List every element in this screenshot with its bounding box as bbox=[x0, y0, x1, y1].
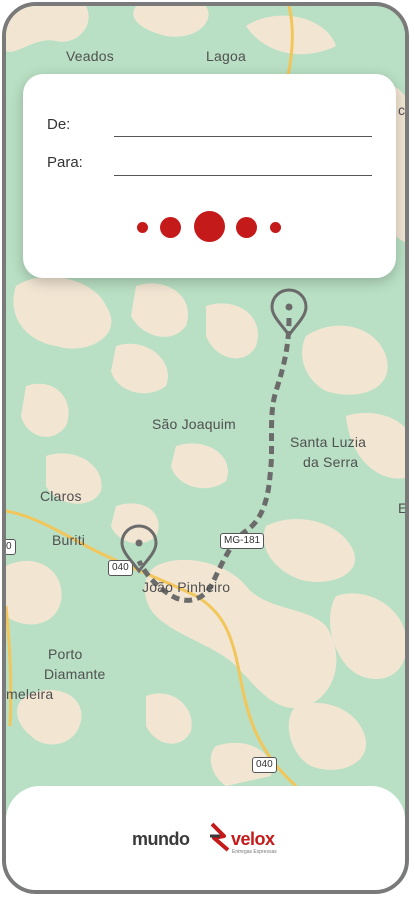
map-label-da-serra: da Serra bbox=[303, 454, 359, 470]
road-badge-edge: 0 bbox=[6, 539, 16, 555]
route-form-card: De: Para: bbox=[23, 74, 396, 278]
logo-arrow-icon bbox=[210, 822, 230, 852]
phone-frame: Veados Lagoa São Joaquim Santa Luzia da … bbox=[2, 2, 409, 894]
from-input[interactable] bbox=[114, 112, 376, 136]
map-pin-icon[interactable] bbox=[119, 524, 159, 574]
map-label-diamante: Diamante bbox=[44, 666, 106, 682]
map-label-meleira: meleira bbox=[6, 686, 54, 702]
map-label-joao-pinheiro: João Pinheiro bbox=[142, 579, 231, 595]
road-badge-mg181: MG-181 bbox=[220, 533, 265, 549]
map-label-veados: Veados bbox=[66, 48, 114, 64]
map-label-porto: Porto bbox=[48, 646, 83, 662]
loading-dot bbox=[160, 217, 181, 238]
from-input-underline bbox=[114, 136, 372, 137]
logo-velox-text: velox bbox=[231, 829, 275, 849]
mundo-velox-logo: mundo velox Entregas Expressas bbox=[132, 820, 292, 860]
to-input-underline bbox=[114, 175, 372, 176]
map-label-edge-ca: ca bbox=[398, 102, 406, 118]
to-input[interactable] bbox=[114, 150, 376, 174]
loading-dot bbox=[270, 222, 281, 233]
to-label: Para: bbox=[47, 154, 83, 171]
from-label: De: bbox=[47, 116, 71, 133]
loading-dot bbox=[194, 211, 225, 242]
road-badge-040: 040 bbox=[252, 757, 277, 773]
loading-dot bbox=[236, 217, 257, 238]
loading-dot bbox=[137, 222, 148, 233]
map-label-claros: Claros bbox=[40, 488, 82, 504]
map-label-santa-luzia: Santa Luzia bbox=[290, 434, 367, 450]
footer-bar: mundo velox Entregas Expressas bbox=[6, 786, 405, 890]
map-label-edge-e: E bbox=[398, 500, 408, 516]
map-label-lagoa: Lagoa bbox=[206, 48, 246, 64]
logo-tagline: Entregas Expressas bbox=[232, 849, 277, 855]
map-label-buriti: Buriti bbox=[52, 532, 86, 548]
logo-mundo-text: mundo bbox=[132, 829, 190, 849]
map-pin-icon[interactable] bbox=[269, 288, 309, 338]
map-label-sao-joaquim: São Joaquim bbox=[152, 416, 236, 432]
